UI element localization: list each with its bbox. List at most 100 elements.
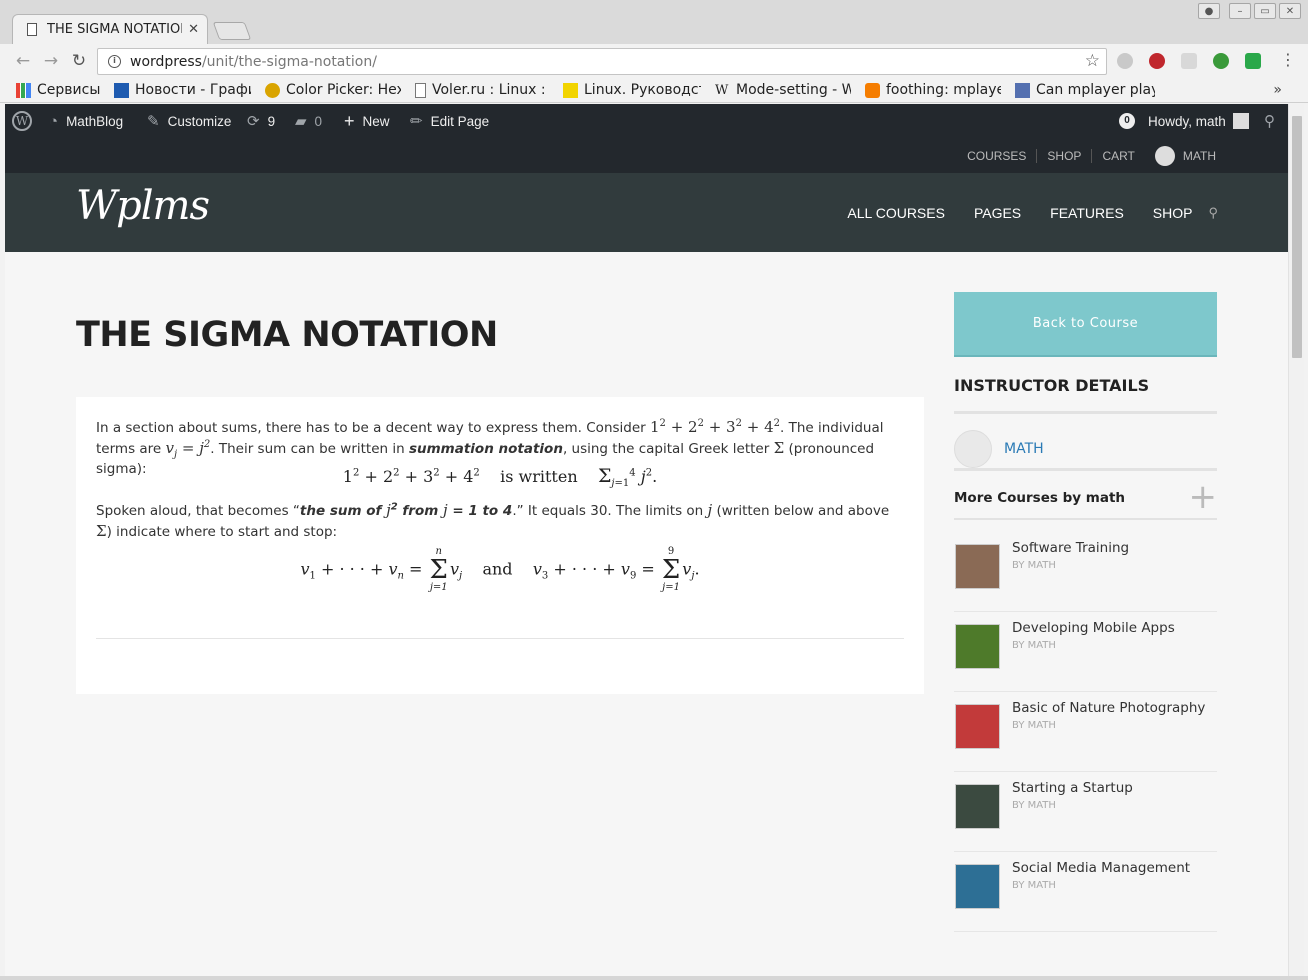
new-tab-button[interactable]	[212, 22, 252, 40]
course-title[interactable]: Starting a Startup	[1012, 780, 1133, 796]
course-thumbnail[interactable]	[955, 704, 1000, 749]
top-link-cart[interactable]: CART	[1092, 149, 1144, 163]
bookmark-item[interactable]: Can mplayer play	[1015, 82, 1155, 98]
blogger-icon	[865, 82, 880, 98]
bookmark-favicon-icon	[563, 82, 578, 98]
course-title[interactable]: Social Media Management	[1012, 860, 1190, 876]
address-bar[interactable]: i wordpress/unit/the-sigma-notation/ ☆	[97, 48, 1107, 75]
course-title[interactable]: Basic of Nature Photography	[1012, 700, 1205, 716]
admin-customize-link[interactable]: ✎ Customize	[147, 104, 231, 138]
scrollbar-thumb[interactable]	[1292, 116, 1302, 358]
course-item[interactable]: Basic of Nature Photography BY MATH	[954, 692, 1217, 772]
bookmark-star-icon[interactable]: ☆	[1085, 51, 1100, 71]
bookmark-item[interactable]: Voler.ru : Linux : Н	[415, 82, 549, 98]
bookmark-item[interactable]: Color Picker: Hex	[265, 82, 401, 98]
extension-check-shield-icon[interactable]	[1245, 53, 1261, 69]
more-bookmarks-icon[interactable]: »	[1273, 82, 1282, 98]
wordpress-logo-icon[interactable]: W	[12, 104, 32, 138]
divider	[954, 411, 1217, 414]
browser-tab[interactable]: THE SIGMA NOTATION ✕	[12, 14, 208, 44]
course-thumbnail[interactable]	[955, 864, 1000, 909]
nav-features[interactable]: FEATURES	[1050, 205, 1124, 221]
bookmark-item[interactable]: Новости - Графи	[114, 82, 251, 98]
notifications-badge[interactable]: 0	[1119, 104, 1143, 138]
bookmark-favicon-icon	[114, 82, 129, 98]
close-window-button[interactable]: ✕	[1279, 3, 1301, 19]
more-courses-heading: More Courses by math +	[954, 477, 1217, 517]
course-thumbnail[interactable]	[955, 624, 1000, 669]
comment-icon: ▰	[295, 113, 307, 130]
site-info-icon[interactable]: i	[108, 55, 121, 68]
wikipedia-icon: W	[715, 82, 729, 98]
nav-pages[interactable]: PAGES	[974, 205, 1021, 221]
admin-account-link[interactable]: Howdy, math	[1148, 104, 1249, 138]
site-logo[interactable]: Wplms	[76, 183, 210, 229]
page-title: THE SIGMA NOTATION	[76, 315, 498, 355]
close-tab-icon[interactable]: ✕	[188, 22, 199, 37]
admin-edit-page-link[interactable]: ✏ Edit Page	[410, 104, 489, 138]
top-link-courses[interactable]: COURSES	[957, 148, 1038, 163]
extension-ghost-icon[interactable]	[1213, 53, 1229, 69]
divider	[954, 518, 1217, 520]
forward-arrow-icon[interactable]: →	[40, 50, 62, 72]
admin-comments-link[interactable]: ▰ 0	[295, 104, 322, 138]
paragraph-limits: Spoken aloud, that becomes “the sum of j…	[96, 501, 890, 540]
divider	[954, 468, 1217, 471]
browser-toolbar: ← → ↻ i wordpress/unit/the-sigma-notatio…	[0, 44, 1308, 78]
back-arrow-icon[interactable]: ←	[12, 50, 34, 72]
browser-menu-icon[interactable]: ⋮	[1280, 50, 1296, 69]
nav-all-courses[interactable]: ALL COURSES	[847, 205, 945, 221]
search-icon[interactable]: ⚲	[1208, 205, 1218, 221]
apps-grid-icon	[16, 82, 31, 98]
maximize-button[interactable]: ▭	[1254, 3, 1276, 19]
profile-icon[interactable]: ●	[1198, 3, 1220, 19]
plus-icon[interactable]: +	[1189, 477, 1218, 517]
bookmark-item[interactable]: W Mode-setting - W	[715, 82, 851, 98]
wp-admin-bar: W ◔ MathBlog ✎ Customize ⟳ 9 ▰ 0 + New ✏ Edit …	[5, 104, 1288, 138]
avatar	[1232, 113, 1249, 129]
course-title[interactable]: Developing Mobile Apps	[1012, 620, 1175, 636]
admin-updates-link[interactable]: ⟳ 9	[247, 104, 275, 138]
dashboard-icon: ◔	[49, 112, 59, 130]
course-item[interactable]: Social Media Management BY MATH	[954, 852, 1217, 932]
divider	[96, 638, 904, 639]
minimize-button[interactable]: –	[1229, 3, 1251, 19]
tab-title: THE SIGMA NOTATION	[47, 22, 183, 37]
top-link-shop[interactable]: SHOP	[1037, 148, 1093, 163]
plus-icon: +	[344, 110, 355, 131]
math-expression: vj = j2	[165, 439, 211, 460]
pencil-icon: ✏	[410, 113, 423, 130]
course-thumbnail[interactable]	[955, 544, 1000, 589]
display-equation: v1 + · · · + vn = n Σj=1 vj and v3 + · · ·…	[300, 546, 700, 593]
top-link-user[interactable]: MATH	[1183, 149, 1216, 163]
top-links-bar: COURSES SHOP CART MATH	[5, 138, 1288, 173]
bookmark-favicon-icon	[265, 82, 280, 98]
bookmark-favicon-icon	[1015, 82, 1030, 98]
instructor-name-link[interactable]: MATH	[1004, 441, 1044, 457]
course-author: BY MATH	[1012, 880, 1056, 891]
course-item[interactable]: Developing Mobile Apps BY MATH	[954, 612, 1217, 692]
bookmark-item[interactable]: foothing: mplaye	[865, 82, 1001, 98]
page-scrollbar[interactable]	[1288, 104, 1304, 976]
page-icon	[27, 23, 37, 36]
brush-icon: ✎	[147, 113, 160, 130]
nav-shop[interactable]: SHOP	[1153, 205, 1193, 221]
extension-block-icon[interactable]	[1149, 53, 1165, 69]
extension-shield-icon[interactable]	[1181, 53, 1197, 69]
bookmark-item[interactable]: Сервисы	[16, 82, 100, 98]
course-item[interactable]: Software Training BY MATH	[954, 532, 1217, 612]
admin-new-link[interactable]: + New	[344, 104, 390, 138]
avatar	[1154, 145, 1175, 166]
extension-globe-icon[interactable]	[1117, 53, 1133, 69]
reload-icon[interactable]: ↻	[68, 50, 90, 72]
sigma-symbol: Σ	[96, 522, 107, 540]
avatar	[954, 430, 992, 468]
course-title[interactable]: Software Training	[1012, 540, 1129, 556]
admin-search-icon[interactable]: ⚲	[1264, 104, 1275, 138]
math-expression: 12 + 22 + 32 + 42	[650, 418, 781, 436]
bookmark-item[interactable]: Linux. Руководст	[563, 82, 701, 98]
course-thumbnail[interactable]	[955, 784, 1000, 829]
back-to-course-button[interactable]: Back to Course	[954, 292, 1217, 357]
admin-site-link[interactable]: ◔ MathBlog	[49, 104, 123, 138]
course-item[interactable]: Starting a Startup BY MATH	[954, 772, 1217, 852]
